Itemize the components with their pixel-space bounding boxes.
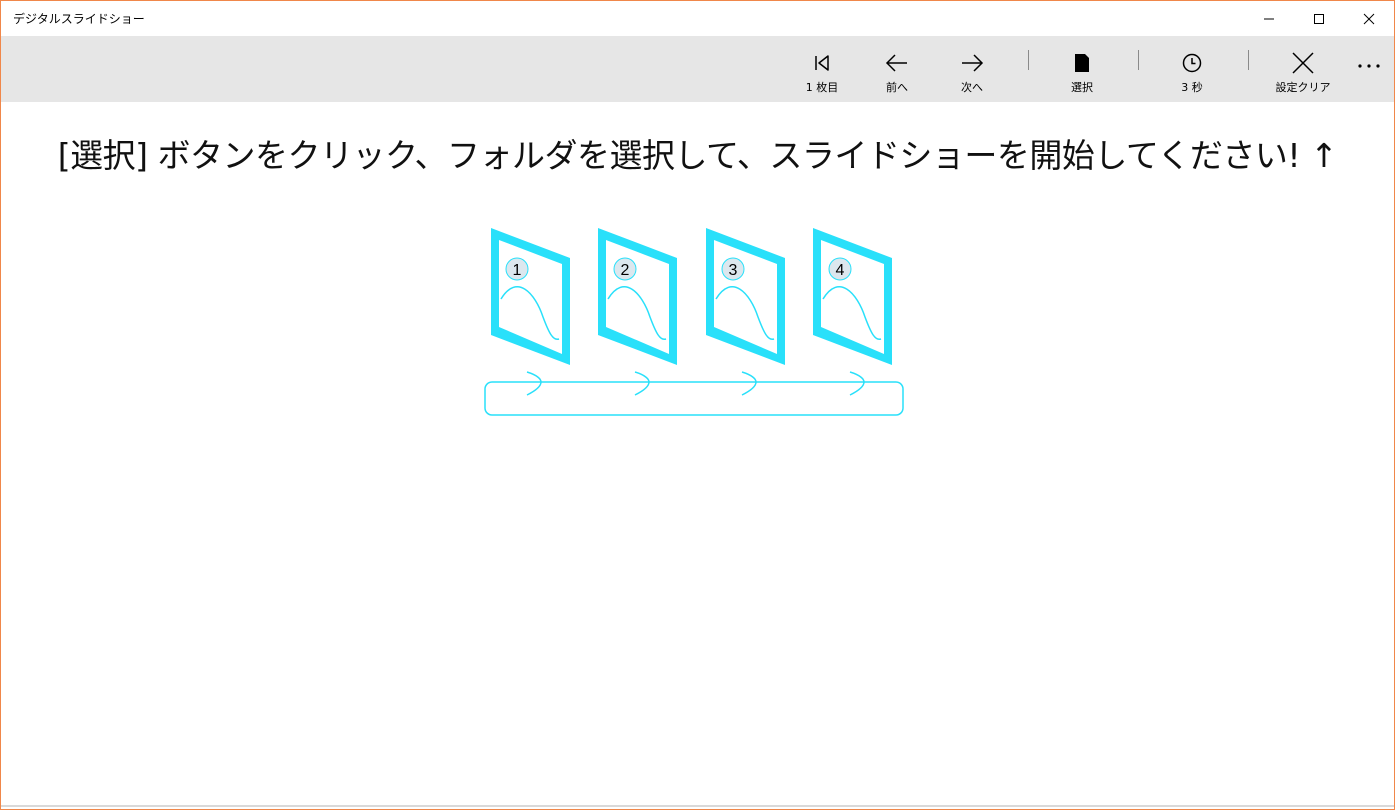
close-icon (1292, 52, 1314, 74)
command-bar: 1 枚目 前へ 次へ 選択 3 秒 設定クリア (1, 36, 1394, 102)
arrow-left-icon (885, 54, 907, 72)
maximize-icon (1314, 13, 1324, 24)
previous-button[interactable]: 前へ (862, 36, 932, 102)
clear-settings-label: 設定クリア (1275, 81, 1331, 94)
close-window-icon (1363, 13, 1375, 24)
title-bar: デジタルスライドショー (1, 1, 1394, 36)
next-label: 次へ (961, 81, 983, 94)
arrow-right-icon (962, 54, 984, 72)
frame-number-3: 3 (729, 262, 738, 279)
window-title: デジタルスライドショー (13, 12, 145, 26)
frame-number-1: 1 (513, 262, 522, 279)
photo-frame-2: 2 (598, 228, 677, 365)
photo-frame-3: 3 (706, 228, 785, 365)
first-slide-label: 1 枚目 (805, 81, 839, 94)
photo-frame-4: 4 (813, 228, 892, 365)
frame-number-2: 2 (621, 262, 630, 279)
window-bottom-edge (1, 805, 1394, 807)
skip-to-start-icon (815, 55, 829, 71)
interval-button[interactable]: 3 秒 (1157, 36, 1227, 102)
clock-icon (1182, 53, 1202, 73)
more-ellipsis-icon (1358, 64, 1380, 68)
interval-label: 3 秒 (1181, 81, 1203, 94)
photo-frame-1: 1 (491, 228, 570, 365)
clear-settings-button[interactable]: 設定クリア (1268, 36, 1338, 102)
command-separator (1028, 50, 1029, 70)
command-separator (1138, 50, 1139, 70)
instruction-text: [選択] ボタンをクリック、フォルダを選択して、スライドショーを開始してください… (57, 136, 1338, 175)
minimize-icon (1264, 18, 1274, 19)
first-slide-button[interactable]: 1 枚目 (787, 36, 857, 102)
close-window-button[interactable] (1344, 1, 1394, 36)
select-folder-label: 選択 (1071, 81, 1093, 94)
select-folder-button[interactable]: 選択 (1047, 36, 1117, 102)
command-separator (1248, 50, 1249, 70)
maximize-button[interactable] (1294, 1, 1344, 36)
more-button[interactable] (1349, 36, 1389, 96)
previous-label: 前へ (886, 81, 908, 94)
slideshow-illustration: 1 2 3 4 (484, 228, 904, 416)
frame-number-4: 4 (836, 262, 845, 279)
loop-track (484, 371, 904, 416)
app-window: デジタルスライドショー 1 枚目 前へ 次へ 選択 3 秒 設定クリア [選択]… (0, 0, 1395, 810)
minimize-button[interactable] (1244, 1, 1294, 36)
folder-icon (1075, 54, 1089, 72)
next-button[interactable]: 次へ (937, 36, 1007, 102)
